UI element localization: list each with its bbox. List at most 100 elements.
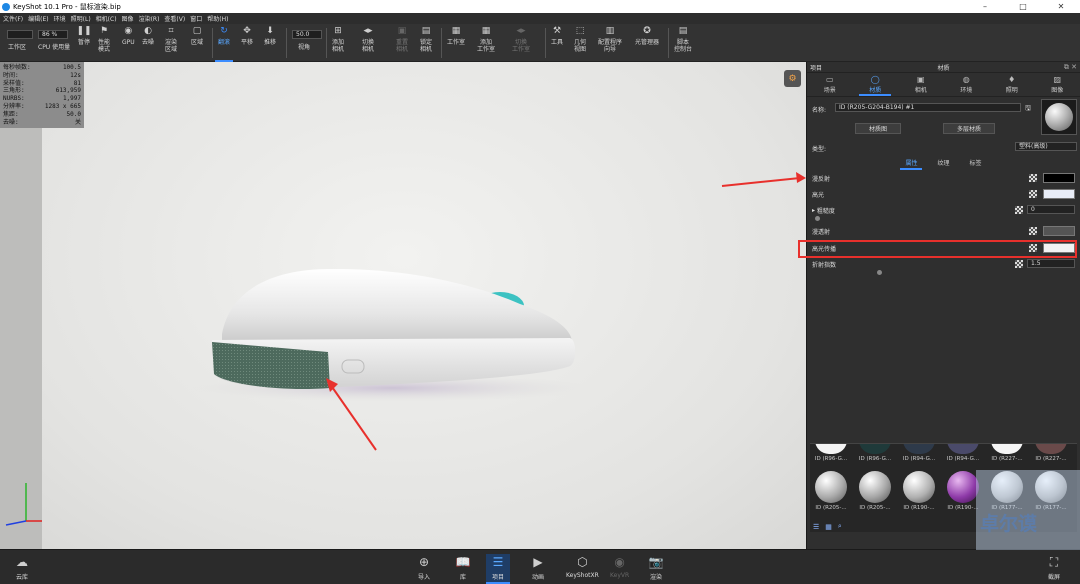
list-view-icon[interactable]: ☰ — [813, 523, 819, 531]
dolly-button[interactable]: ⬇ 推移 — [264, 26, 276, 60]
multi-material-button[interactable]: 多层材质 — [943, 123, 995, 134]
pan-icon: ✥ — [243, 26, 251, 36]
material-swatch[interactable]: ID (R94-G... — [944, 444, 982, 462]
cpu-usage-input[interactable]: 86 % — [38, 30, 68, 39]
close-button[interactable]: ✕ — [1042, 0, 1080, 13]
refractive-index-input[interactable]: 1.5 — [1027, 259, 1075, 268]
keyshotxr-button[interactable]: ⬡ KeyShotXR — [566, 554, 599, 579]
subtab-properties[interactable]: 属性 — [900, 158, 923, 170]
tab-lighting[interactable]: ♦ 照明 — [992, 73, 1032, 96]
stat-value: 50.0 — [66, 110, 81, 118]
pan-button[interactable]: ✥ 平移 — [241, 26, 253, 60]
menu-image[interactable]: 图像 — [122, 14, 134, 23]
material-swatch[interactable]: ID (R190-... — [900, 471, 938, 511]
roughness-slider[interactable] — [815, 216, 820, 221]
material-swatch[interactable]: ID (R205-... — [856, 471, 894, 511]
region-button[interactable]: ▢ 区域 — [191, 26, 203, 60]
tab-material[interactable]: ◯ 材质 — [855, 73, 895, 96]
menu-environment[interactable]: 环境 — [54, 14, 66, 23]
axis-gizmo — [5, 483, 42, 526]
texture-toggle-icon[interactable] — [1029, 190, 1037, 198]
tab-image[interactable]: ▨ 图像 — [1037, 73, 1077, 96]
add-camera-button[interactable]: ⊞ 添加 相机 — [332, 26, 344, 60]
cloud-library-button[interactable]: ☁ 云库 — [14, 554, 30, 581]
viewport-settings-icon[interactable]: ⚙ — [784, 70, 801, 87]
lock-camera-button[interactable]: ▤ 锁定 相机 — [420, 26, 432, 60]
specular-color-swatch[interactable] — [1043, 189, 1075, 199]
material-type-select[interactable]: 塑料(高级) — [1015, 142, 1077, 151]
minimize-button[interactable]: – — [966, 0, 1004, 13]
switch-studio-button[interactable]: ◂▸ 切换 工作室 — [512, 26, 530, 60]
denoise-button[interactable]: ◐ 去噪 — [142, 26, 154, 60]
import-button[interactable]: ⊕ 导入 — [416, 554, 432, 581]
grid-view-icon[interactable]: ▦ — [825, 523, 832, 531]
texture-toggle-icon[interactable] — [1029, 174, 1037, 182]
material-ball — [859, 471, 891, 503]
subtab-textures[interactable]: 纹理 — [935, 158, 951, 167]
switch-camera-button[interactable]: ◂▸ 切换 相机 — [362, 26, 374, 60]
mouse-3d-model[interactable] — [0, 62, 806, 549]
render-region-button[interactable]: ⌗ 渲染 区域 — [165, 26, 177, 60]
material-swatch[interactable]: ID (R96-G... — [856, 444, 894, 462]
tab-label: 照明 — [1005, 87, 1018, 94]
library-button[interactable]: 📖 库 — [455, 554, 471, 581]
tab-scene[interactable]: ▭ 场景 — [810, 73, 850, 96]
menu-window[interactable]: 窗口 — [190, 14, 202, 23]
studio-button[interactable]: ▦ 工作室 — [447, 26, 465, 60]
texture-toggle-icon[interactable] — [1015, 206, 1023, 214]
menu-edit[interactable]: 编辑(E) — [28, 14, 48, 23]
screenshot-button[interactable]: ⛶ 截屏 — [1046, 554, 1062, 582]
material-preview[interactable] — [1041, 99, 1077, 135]
material-swatch[interactable]: ID (R94-G... — [900, 444, 938, 462]
project-button[interactable]: ☰ 项目 — [486, 554, 510, 584]
subtab-labels[interactable]: 标签 — [968, 158, 984, 167]
menu-view[interactable]: 查看(V) — [164, 14, 185, 23]
workarea-dropdown[interactable] — [7, 30, 33, 39]
menu-camera[interactable]: 相机(C) — [96, 14, 117, 23]
tab-environment[interactable]: ◍ 环境 — [946, 73, 986, 96]
material-swatch[interactable]: ID (R96-G... — [812, 444, 850, 462]
geometry-view-button[interactable]: ⬚ 几何 视图 — [574, 26, 586, 60]
stat-row: 去噪: 关 — [3, 119, 81, 127]
search-icon[interactable]: ⌕ — [838, 522, 842, 531]
refractive-index-slider[interactable] — [877, 270, 882, 275]
keyvr-button[interactable]: ◉ KeyVR — [610, 554, 629, 579]
performance-mode-button[interactable]: ⚑ 性能 模式 — [98, 26, 110, 60]
material-swatch[interactable]: ID (R227-... — [1032, 444, 1070, 462]
light-manager-button[interactable]: ✪ 光管理器 — [635, 26, 659, 60]
panel-float-close-icons[interactable]: ⧉ ✕ — [1064, 63, 1077, 72]
tumble-button[interactable]: ↻ 翻滚 — [215, 26, 234, 62]
render-viewport[interactable]: 每秒帧数: 100.5 时间: 12s 采样值: 81 三角形: 613,959 NUR… — [0, 62, 806, 549]
reset-camera-button[interactable]: ▣ 重置 相机 — [396, 26, 408, 60]
tools-button[interactable]: ⚒ 工具 — [551, 26, 563, 60]
add-studio-button[interactable]: ▦ 添加 工作室 — [477, 26, 495, 60]
roughness-input[interactable]: 0 — [1027, 205, 1075, 214]
diffuse-color-swatch[interactable] — [1043, 173, 1075, 183]
menu-lighting[interactable]: 照明(L) — [71, 14, 91, 23]
material-swatch[interactable]: ID (R227-... — [988, 444, 1026, 462]
menu-render[interactable]: 渲染(R) — [139, 14, 160, 23]
gpu-button[interactable]: ◉ GPU — [122, 26, 135, 60]
image-icon: ▨ — [1053, 75, 1062, 84]
tab-camera[interactable]: ▣ 相机 — [901, 73, 941, 96]
material-swatch[interactable]: ID (R205-... — [812, 471, 850, 511]
texture-toggle-icon[interactable] — [1029, 227, 1037, 235]
menu-file[interactable]: 文件(F) — [3, 14, 23, 23]
material-graph-button[interactable]: 材质图 — [855, 123, 901, 134]
render-button[interactable]: 📷 渲染 — [648, 554, 664, 581]
material-name-input[interactable]: ID (R205-G204-B194) #1 — [835, 103, 1021, 112]
maximize-button[interactable]: □ — [1004, 0, 1042, 13]
project-list-icon: ☰ — [492, 555, 504, 569]
configurator-wizard-button[interactable]: ▥ 配置程序 向导 — [598, 26, 622, 60]
save-material-icon[interactable]: 🖫 — [1025, 104, 1031, 115]
animation-button[interactable]: ▶ 动画 — [530, 554, 546, 581]
fov-input[interactable]: 50.0 — [292, 30, 322, 39]
add-camera-label: 添加 相机 — [332, 39, 345, 53]
stat-value: 100.5 — [62, 64, 81, 71]
diffuse-transmission-swatch[interactable] — [1043, 226, 1075, 236]
roughness-row: ▸ 粗糙度 0 — [812, 204, 1075, 216]
pause-button[interactable]: ❚❚ 暂停 — [76, 26, 91, 60]
menu-help[interactable]: 帮助(H) — [207, 14, 228, 23]
script-console-button[interactable]: ▤ 脚本 控制台 — [674, 26, 692, 60]
texture-toggle-icon[interactable] — [1015, 260, 1023, 268]
